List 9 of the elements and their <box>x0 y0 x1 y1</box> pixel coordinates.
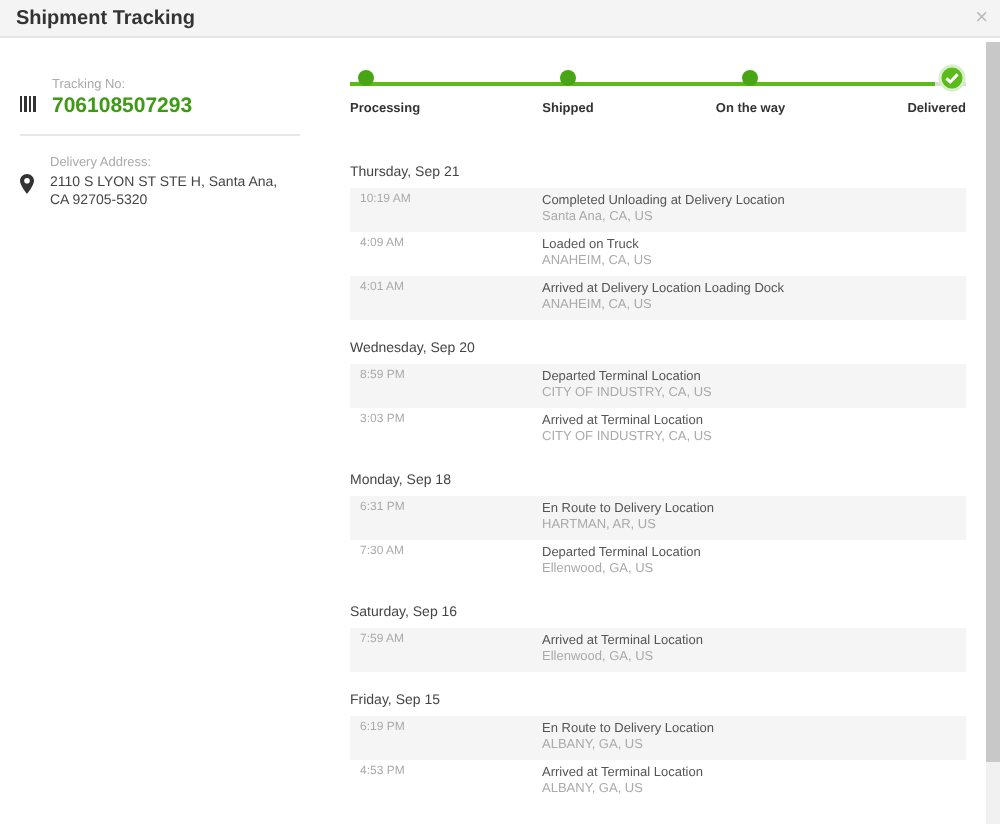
tracking-number: 706108507293 <box>52 94 193 118</box>
step-dot <box>559 70 576 86</box>
step-dot <box>742 70 759 86</box>
check-icon <box>937 64 966 92</box>
window-title: Shipment Tracking <box>16 7 195 29</box>
step-dot <box>358 70 374 86</box>
location-pin-icon <box>20 174 34 194</box>
barcode-icon <box>20 96 36 112</box>
close-button[interactable]: × <box>971 7 992 29</box>
